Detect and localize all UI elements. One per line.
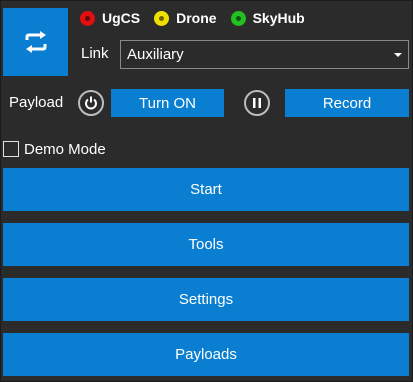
status-indicators: UgCS Drone SkyHub [80,8,305,28]
skyhub-status-label: SkyHub [252,10,305,26]
sync-button[interactable] [3,8,68,76]
link-select-value: Auxiliary [127,46,184,63]
record-button[interactable]: Record [285,89,409,117]
payload-label: Payload [9,94,64,111]
skyhub-status-dot [230,10,246,26]
chevron-down-icon [394,52,402,57]
status-drone: Drone [154,10,217,26]
drone-status-dot [154,10,170,26]
payloads-button[interactable]: Payloads [3,333,409,376]
turn-on-button[interactable]: Turn ON [111,89,224,117]
demo-mode-row: Demo Mode [3,140,106,158]
start-button[interactable]: Start [3,168,409,211]
demo-mode-checkbox[interactable] [3,141,19,157]
link-select[interactable]: Auxiliary [120,40,409,69]
pause-button[interactable] [244,90,270,116]
demo-mode-label: Demo Mode [24,140,106,158]
status-ugcs: UgCS [80,10,140,26]
power-icon [85,96,97,110]
power-button[interactable] [78,90,104,116]
ugcs-status-label: UgCS [102,10,141,26]
tools-button[interactable]: Tools [3,223,409,266]
drone-status-label: Drone [176,10,217,26]
ugcs-status-dot [80,10,95,26]
link-label: Link [81,45,109,62]
settings-button[interactable]: Settings [3,278,409,321]
pause-icon [253,98,261,108]
status-skyhub: SkyHub [230,10,305,26]
sync-icon [25,31,46,53]
